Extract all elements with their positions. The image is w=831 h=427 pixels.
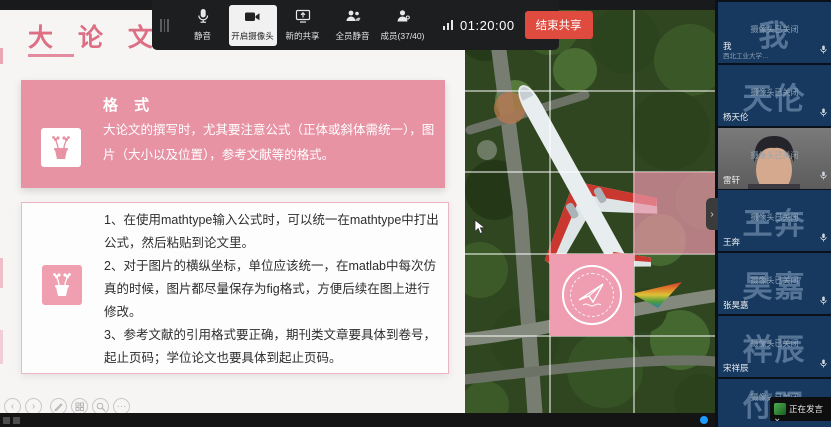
mic-muted-icon bbox=[820, 104, 827, 122]
meeting-window: 大 论 文 撰 写 格 式 bbox=[0, 0, 831, 427]
taskbar-icon[interactable] bbox=[13, 417, 20, 424]
screen-share-region: 大 论 文 撰 写 格 式 bbox=[0, 0, 715, 427]
mute-label: 静音 bbox=[194, 30, 211, 42]
signal-strength-icon bbox=[443, 20, 454, 30]
participant-tile[interactable]: 王奔 摄像头已关闭 王奔 bbox=[718, 190, 831, 251]
tips-box: 1、在使用mathtype输入公式时，可以统一在mathtype中打出公式，然后… bbox=[21, 202, 449, 374]
mute-button[interactable]: 静音 bbox=[179, 5, 227, 45]
microphone-icon bbox=[195, 8, 211, 27]
camera-off-text: 摄像头已关闭 bbox=[718, 212, 831, 223]
meeting-timer: 01:20:00 bbox=[460, 18, 515, 33]
mute-all-label: 全员静音 bbox=[335, 30, 369, 42]
mute-all-button[interactable]: 全员静音 bbox=[329, 5, 377, 45]
format-callout-box: 格 式 大论文的撰写时，尤其要注意公式（正体或斜体需统一），图片（大小以及位置）… bbox=[21, 80, 445, 188]
speaking-text: 正在发言 bbox=[789, 403, 823, 415]
end-share-button[interactable]: 结束共享 bbox=[525, 11, 593, 39]
camera-on-label: 开启摄像头 bbox=[231, 30, 274, 42]
mic-muted-icon bbox=[820, 355, 827, 373]
participant-tile[interactable]: 我 摄像头已关闭 我 西北工业大学… bbox=[718, 2, 831, 63]
participant-name: 张昊嘉 bbox=[723, 299, 749, 311]
taskbar-icon[interactable] bbox=[3, 417, 10, 424]
camera-icon bbox=[244, 9, 261, 27]
mouse-cursor bbox=[474, 219, 486, 240]
camera-off-text: 摄像头已关闭 bbox=[718, 24, 831, 35]
flower-pot-icon bbox=[42, 265, 82, 305]
sidebar-collapse-handle[interactable]: › bbox=[706, 198, 718, 230]
format-box-body: 大论文的撰写时，尤其要注意公式（正体或斜体需统一），图片（大小以及位置），参考文… bbox=[103, 118, 435, 168]
participant-name: 宋祥辰 bbox=[723, 362, 749, 374]
presentation-slide: 大 论 文 撰 写 格 式 bbox=[0, 10, 465, 413]
tips-box-body: 1、在使用mathtype输入公式时，可以统一在mathtype中打出公式，然后… bbox=[104, 209, 440, 370]
participant-tile[interactable]: 祥辰 摄像头已关闭 宋祥辰 bbox=[718, 316, 831, 377]
notification-dot bbox=[700, 416, 708, 424]
pink-overlay-cell bbox=[634, 172, 715, 254]
camera-on-button[interactable]: 开启摄像头 bbox=[229, 5, 277, 46]
participant-tile-video[interactable]: 摄像头已关闭 雷轩 bbox=[718, 128, 831, 189]
toolbar-drag-grip[interactable] bbox=[160, 19, 169, 32]
participant-name: 雷轩 bbox=[723, 174, 740, 186]
mic-muted-icon bbox=[820, 41, 827, 59]
participant-name: 杨天伦 bbox=[723, 111, 749, 123]
tip-item: 2、对于图片的横纵坐标，单位应该统一，在matlab中每次仿真的时候，图片都尽量… bbox=[104, 255, 440, 324]
participant-name: 王奔 bbox=[723, 236, 740, 248]
camera-off-text: 摄像头已关闭 bbox=[718, 87, 831, 98]
members-icon bbox=[395, 8, 411, 27]
camera-off-text: 摄像头已关闭 bbox=[718, 338, 831, 349]
participant-tile[interactable]: 天伦 摄像头已关闭 杨天伦 bbox=[718, 65, 831, 126]
new-share-button[interactable]: 新的共享 bbox=[279, 5, 327, 45]
format-box-title: 格 式 bbox=[103, 94, 155, 115]
slide-edge-mark bbox=[0, 48, 3, 64]
slide-edge-mark bbox=[0, 258, 3, 288]
participants-sidebar: 我 摄像头已关闭 我 西北工业大学… 天伦 摄像头已关闭 杨天伦 摄像头已关闭 … bbox=[715, 0, 831, 427]
os-taskbar[interactable] bbox=[0, 413, 715, 427]
photo-grid-line bbox=[465, 90, 715, 92]
participant-tile[interactable]: 昊嘉 摄像头已关闭 张昊嘉 bbox=[718, 253, 831, 314]
photo-grid-line bbox=[549, 10, 551, 413]
camera-off-text: 摄像头已关闭 bbox=[718, 275, 831, 286]
meeting-toolbar: 静音 开启摄像头 新的共享 全员静音 成员(37/40) bbox=[152, 0, 559, 50]
participant-org: 西北工业大学… bbox=[723, 50, 769, 60]
slide-photo-collage bbox=[465, 10, 715, 413]
logo-cell bbox=[550, 254, 634, 336]
university-emblem bbox=[562, 265, 622, 325]
share-screen-icon bbox=[295, 8, 311, 27]
slide-edge-mark bbox=[0, 330, 3, 364]
mic-muted-icon bbox=[820, 229, 827, 247]
mute-all-icon bbox=[345, 8, 361, 27]
tip-item: 3、参考文献的引用格式要正确，期刊类文章要具体到卷号，起止页码；学位论文也要具体… bbox=[104, 324, 440, 370]
camera-off-text: 摄像头已关闭 bbox=[718, 150, 831, 161]
members-button[interactable]: 成员(37/40) bbox=[379, 5, 427, 45]
tip-item: 1、在使用mathtype输入公式时，可以统一在mathtype中打出公式，然后… bbox=[104, 209, 440, 255]
mic-muted-icon bbox=[820, 167, 827, 185]
chevron-down-icon[interactable]: ⌄ bbox=[773, 413, 781, 424]
title-underline bbox=[28, 54, 74, 57]
new-share-label: 新的共享 bbox=[285, 30, 319, 42]
flower-pot-icon bbox=[41, 128, 81, 167]
members-label: 成员(37/40) bbox=[381, 30, 425, 42]
mic-muted-icon bbox=[820, 292, 827, 310]
